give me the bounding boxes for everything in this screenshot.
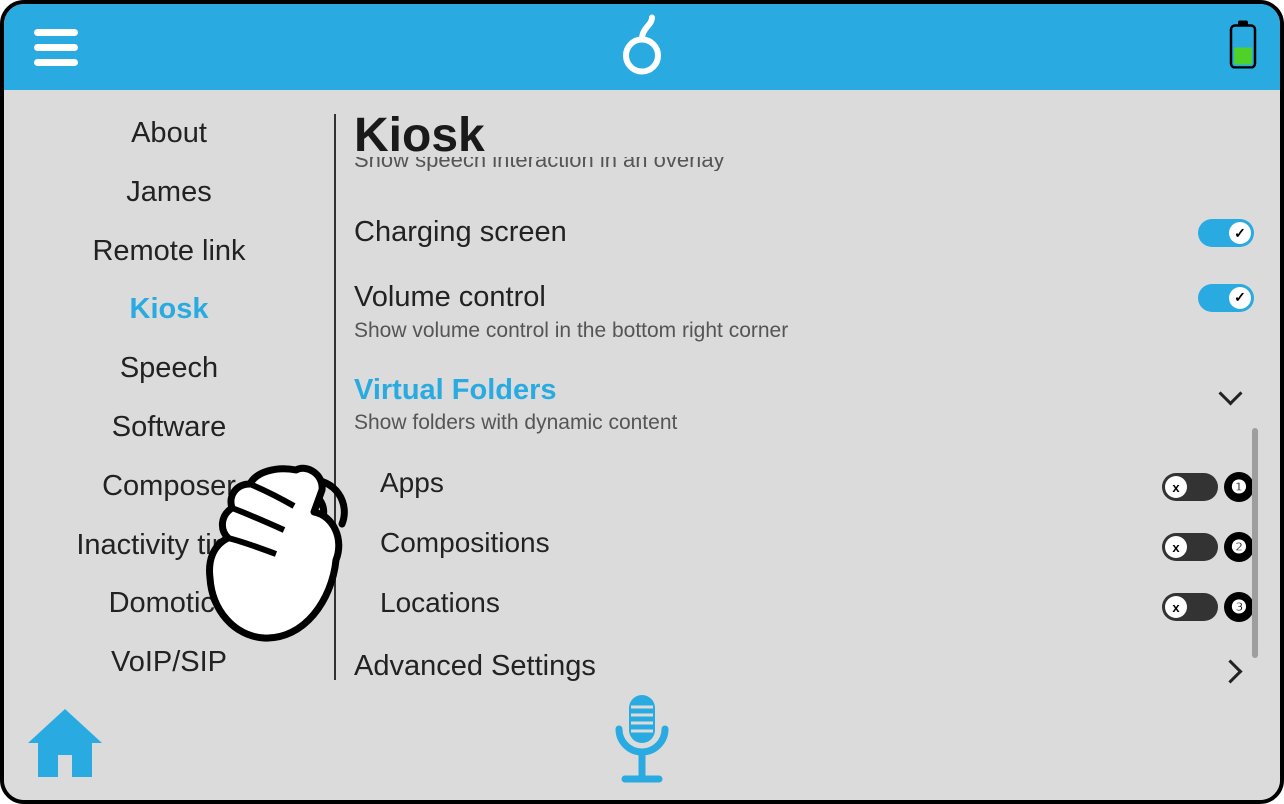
toggle-apps[interactable] <box>1162 473 1218 501</box>
settings-sidebar: About James Remote link Kiosk Speech Sof… <box>4 116 334 680</box>
setting-label: Volume control <box>354 280 788 315</box>
setting-subtitle: Show volume control in the bottom right … <box>354 319 788 343</box>
scrollbar[interactable] <box>1252 428 1258 658</box>
app-frame: About James Remote link Kiosk Speech Sof… <box>0 0 1284 804</box>
sidebar-item-about[interactable]: About <box>4 116 334 151</box>
sidebar-item-remote-link[interactable]: Remote link <box>4 234 334 269</box>
setting-label: Compositions <box>380 527 550 559</box>
setting-vfolder-apps[interactable]: Apps ❶ <box>354 453 1260 513</box>
sidebar-divider <box>334 114 336 680</box>
callout-badge-3: ❸ <box>1224 592 1254 622</box>
page-title: Kiosk <box>354 108 1260 163</box>
toggle-compositions[interactable] <box>1162 533 1218 561</box>
sidebar-item-composer[interactable]: Composer <box>4 469 334 504</box>
sidebar-item-speech[interactable]: Speech <box>4 351 334 386</box>
app-body: About James Remote link Kiosk Speech Sof… <box>4 90 1280 800</box>
setting-label: Apps <box>380 467 444 499</box>
setting-volume-control[interactable]: Volume control Show volume control in th… <box>354 268 1260 361</box>
sidebar-item-software[interactable]: Software <box>4 410 334 445</box>
settings-content: Kiosk Show speech interaction in an over… <box>354 108 1260 690</box>
setting-label: Virtual Folders <box>354 373 677 408</box>
home-button[interactable] <box>22 703 108 790</box>
menu-button[interactable] <box>28 19 84 75</box>
app-logo-icon <box>622 14 662 81</box>
toggle-volume-control[interactable] <box>1198 284 1254 312</box>
sidebar-item-james[interactable]: James <box>4 175 334 210</box>
microphone-button[interactable] <box>609 691 675 792</box>
setting-charging-screen[interactable]: Charging screen <box>354 203 1260 268</box>
setting-advanced-settings[interactable]: Advanced Settings <box>354 633 1260 690</box>
setting-virtual-folders[interactable]: Virtual Folders Show folders with dynami… <box>354 361 1260 454</box>
sidebar-item-inactivity-timer[interactable]: Inactivity timer <box>4 528 334 563</box>
previous-item-subtitle: Show speech interaction in an overlay <box>354 157 1260 171</box>
callout-badge-2: ❷ <box>1224 532 1254 562</box>
chevron-right-icon <box>1218 659 1242 683</box>
sidebar-item-kiosk[interactable]: Kiosk <box>4 292 334 327</box>
setting-vfolder-compositions[interactable]: Compositions ❷ <box>354 513 1260 573</box>
callout-badge-1: ❶ <box>1224 472 1254 502</box>
app-header <box>4 4 1280 90</box>
setting-vfolder-locations[interactable]: Locations ❸ <box>354 573 1260 633</box>
chevron-down-icon <box>1218 383 1242 407</box>
sidebar-item-voip-sip[interactable]: VoIP/SIP <box>4 645 334 680</box>
setting-label: Charging screen <box>354 215 567 250</box>
setting-label: Locations <box>380 587 500 619</box>
sidebar-item-domotics[interactable]: Domotics <box>4 586 334 621</box>
setting-subtitle: Show folders with dynamic content <box>354 411 677 435</box>
setting-label: Advanced Settings <box>354 649 596 684</box>
battery-icon <box>1228 21 1258 74</box>
toggle-charging-screen[interactable] <box>1198 219 1254 247</box>
toggle-locations[interactable] <box>1162 593 1218 621</box>
